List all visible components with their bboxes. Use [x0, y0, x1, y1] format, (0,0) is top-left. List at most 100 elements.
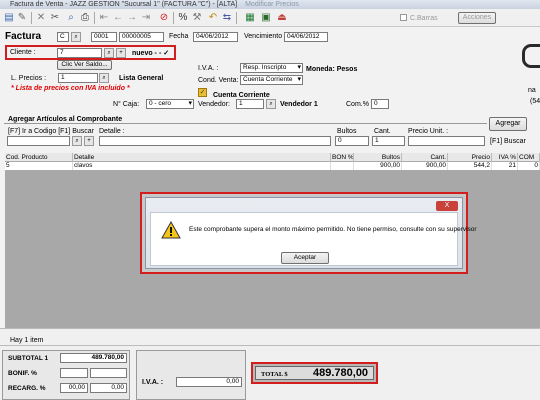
- detalle-input[interactable]: [99, 136, 331, 146]
- lista-precios-search-icon[interactable]: ⌕: [99, 73, 109, 83]
- iva-label: I.V.A. :: [198, 65, 219, 72]
- agregar-divider: [4, 123, 487, 124]
- first-icon[interactable]: ⇤: [98, 12, 110, 24]
- delete-icon[interactable]: ✕: [35, 12, 47, 24]
- company-logo-icon: [522, 44, 540, 68]
- dialog-frame: X Este comprobante supera el monto máxim…: [145, 197, 477, 269]
- search-icon[interactable]: ⌕: [65, 12, 77, 24]
- caja-label: N° Caja:: [113, 101, 140, 108]
- new-doc-icon[interactable]: ▤: [3, 12, 15, 24]
- cliente-label: Cliente :: [10, 49, 36, 56]
- company-text: na: [528, 87, 536, 94]
- caja-select[interactable]: 0 - cero: [146, 99, 194, 109]
- report-icon[interactable]: ⇆: [221, 12, 233, 24]
- subtotals-panel: SUBTOTAL 1 489.780,00 BONIF. % RECARG. %…: [2, 350, 130, 400]
- cell-bultos: 900,00: [354, 162, 402, 170]
- cell-precio: 544,2: [448, 162, 492, 170]
- aceptar-button[interactable]: Aceptar: [281, 252, 329, 264]
- codigo-add-icon[interactable]: +: [84, 136, 94, 146]
- letter-field[interactable]: C: [57, 32, 69, 42]
- acciones-button[interactable]: Acciones: [458, 12, 496, 24]
- vendedor-field[interactable]: 1: [236, 99, 264, 109]
- bonif-pct-field[interactable]: [60, 368, 88, 378]
- fecha-label: Fecha: [169, 33, 189, 40]
- f1-buscar-label: [F1] Buscar: [490, 138, 526, 145]
- fecha-field[interactable]: 04/06/2012: [193, 32, 238, 42]
- window-title-bar: Factura de Venta - JAZZ GESTION "Sucursa…: [0, 0, 540, 9]
- total-label: TOTAL $: [261, 371, 288, 378]
- ver-saldo-button[interactable]: Clic Ver Saldo...: [57, 60, 112, 70]
- subtotal-field: 489.780,00: [60, 353, 127, 363]
- company-phone: (54: [530, 98, 540, 105]
- excel-icon[interactable]: ▦: [244, 12, 256, 24]
- total-box: TOTAL $ 489.780,00: [251, 362, 378, 384]
- last-icon[interactable]: ⇥: [140, 12, 152, 24]
- window-title: Factura de Venta - JAZZ GESTION "Sucursa…: [10, 1, 238, 8]
- calc-icon[interactable]: ▣: [260, 12, 272, 24]
- col-bon[interactable]: BON %: [331, 153, 354, 162]
- table-row[interactable]: 5 clavos 900,00 900,00 544,2 21 0: [5, 162, 540, 170]
- total-value: 489.780,00: [313, 367, 369, 379]
- cuenta-corriente-checkbox[interactable]: ✓: [198, 88, 207, 97]
- cant-input[interactable]: 1: [372, 136, 405, 146]
- tools-icon[interactable]: ⚒: [191, 12, 203, 24]
- col-iva[interactable]: IVA %: [492, 153, 518, 162]
- codigo-search-icon[interactable]: ⌕: [72, 136, 82, 146]
- cbarras-checkbox[interactable]: [400, 14, 407, 21]
- precio-unit-label: Precio Unit. :: [408, 128, 449, 135]
- percent-icon[interactable]: %: [177, 12, 189, 24]
- recarg-pct-field[interactable]: 00,00: [60, 383, 88, 393]
- bultos-label: Bultos: [337, 128, 357, 135]
- undo-icon[interactable]: ↶: [207, 12, 219, 24]
- vencimiento-label: Vencimiento: [244, 33, 283, 40]
- col-detalle[interactable]: Detalle: [73, 153, 331, 162]
- point-field[interactable]: 0001: [91, 32, 117, 42]
- iva-select[interactable]: Resp. Inscripto: [240, 63, 303, 73]
- letter-search-icon[interactable]: ⌕: [71, 32, 81, 42]
- col-precio[interactable]: Precio: [448, 153, 492, 162]
- cell-com: 0: [518, 162, 540, 170]
- dialog-close-button[interactable]: X: [436, 201, 458, 211]
- dialog-message: Este comprobante supera el monto máximo …: [189, 226, 477, 233]
- warning-icon: [161, 221, 181, 239]
- col-cod-producto[interactable]: Cod. Producto: [5, 153, 73, 162]
- print-icon[interactable]: ⎙: [79, 12, 91, 24]
- precio-unit-input[interactable]: [408, 136, 485, 146]
- cliente-field[interactable]: 7: [57, 48, 102, 58]
- bultos-input[interactable]: 0: [335, 136, 369, 146]
- cancel-icon[interactable]: ⊘: [158, 12, 170, 24]
- number-field[interactable]: 00000005: [119, 32, 164, 42]
- edit-icon[interactable]: ✎: [16, 12, 28, 24]
- col-cant[interactable]: Cant.: [402, 153, 448, 162]
- warning-dialog: X Este comprobante supera el monto máxim…: [140, 192, 477, 274]
- vendedor-label: Vendedor:: [198, 101, 230, 108]
- lista-precios-field[interactable]: 1: [58, 73, 98, 83]
- recarg-label: RECARG. %: [8, 385, 46, 392]
- items-grid-header: Cod. Producto Detalle BON % Bultos Cant.…: [5, 153, 540, 162]
- cliente-nuevo: nuevo -: [132, 50, 157, 57]
- cliente-add-icon[interactable]: +: [116, 48, 126, 58]
- vencimiento-field[interactable]: 04/06/2012: [284, 32, 328, 42]
- col-bultos[interactable]: Bultos: [354, 153, 402, 162]
- prev-icon[interactable]: ←: [112, 12, 124, 24]
- moneda-label: Moneda: Pesos: [306, 66, 358, 73]
- comision-field[interactable]: 0: [371, 99, 389, 109]
- footer-divider: [0, 345, 540, 346]
- subtotal-label: SUBTOTAL 1: [8, 355, 49, 362]
- cut-icon[interactable]: ✂: [49, 12, 61, 24]
- codigo-input[interactable]: [7, 136, 70, 146]
- agregar-button[interactable]: Agregar: [489, 117, 527, 131]
- vendedor-search-icon[interactable]: ⌕: [266, 99, 276, 109]
- exit-icon[interactable]: ⏏: [276, 12, 288, 24]
- recarg-value-field: 0,00: [90, 383, 127, 393]
- cliente-search-icon[interactable]: ⌕: [104, 48, 114, 58]
- items-count: Hay 1 item: [10, 337, 44, 344]
- iva-total-label: I.V.A. :: [142, 379, 164, 386]
- cond-venta-select[interactable]: Cuenta Corriente: [240, 75, 303, 85]
- cell-bon: [331, 162, 354, 170]
- col-com[interactable]: COM: [518, 153, 540, 162]
- next-icon[interactable]: →: [126, 12, 138, 24]
- cell-cant: 900,00: [402, 162, 448, 170]
- cant-label: Cant.: [374, 128, 391, 135]
- detalle-label: Detalle :: [99, 128, 125, 135]
